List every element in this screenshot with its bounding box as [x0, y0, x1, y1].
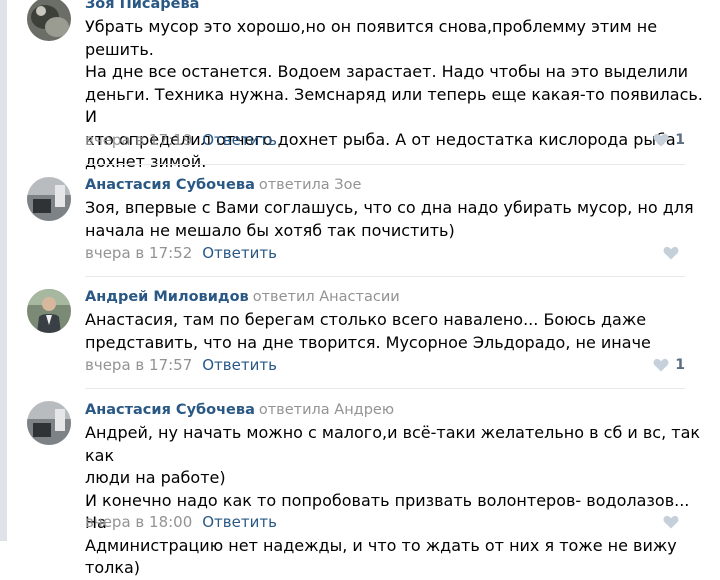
comment-item: Зоя Писарева Убрать мусор это хорошо,но … — [27, 0, 720, 171]
like-count: 1 — [675, 132, 685, 148]
comment-author-line: Анастасия Субочева ответила Андрею — [85, 400, 394, 420]
heart-icon — [663, 246, 679, 260]
author-name[interactable]: Андрей Миловидов — [85, 289, 249, 305]
comment-text: Зоя, впервые с Вами соглашусь, что со дн… — [85, 198, 694, 240]
avatar[interactable] — [27, 289, 71, 333]
like-button[interactable]: 1 — [653, 355, 685, 375]
comment-meta: вчера в 17:52 Ответить — [85, 243, 277, 263]
comment-date[interactable]: вчера в 17:57 — [85, 356, 192, 374]
comment-text: Анастасия, там по берегам столько всего … — [85, 310, 651, 352]
comment-date[interactable]: вчера в 17:19 — [85, 131, 192, 149]
avatar[interactable] — [27, 177, 71, 221]
author-name[interactable]: Зоя Писарева — [85, 0, 199, 12]
avatar[interactable] — [27, 401, 71, 445]
reply-button[interactable]: Ответить — [202, 513, 277, 531]
reply-button[interactable]: Ответить — [202, 356, 277, 374]
comment-divider — [85, 388, 685, 389]
heart-icon — [653, 358, 669, 372]
comment-item: Андрей Миловидов ответил Анастасии Анаста… — [27, 287, 720, 377]
like-count: 1 — [675, 357, 685, 373]
comment-author-line: Андрей Миловидов ответил Анастасии — [85, 287, 400, 307]
like-button[interactable] — [663, 243, 685, 263]
author-name[interactable]: Анастасия Субочева — [85, 177, 255, 193]
reply-to-link[interactable]: ответил Анастасии — [253, 289, 400, 305]
comment-divider — [85, 276, 685, 277]
avatar[interactable] — [27, 0, 71, 41]
comment-item: Анастасия Субочева ответила Зое Зоя, впер… — [27, 175, 720, 265]
like-button[interactable]: 1 — [653, 130, 685, 150]
comment-meta: вчера в 18:00 Ответить — [85, 512, 277, 532]
left-frame-border — [0, 0, 7, 541]
comment-divider — [85, 164, 685, 165]
heart-icon — [653, 133, 669, 147]
comment-text: Андрей, ну начать можно с малого,и всё-т… — [85, 423, 701, 577]
reply-to-link[interactable]: ответила Андрею — [259, 402, 394, 418]
comment-author-line: Анастасия Субочева ответила Зое — [85, 175, 361, 195]
comment-item: Анастасия Субочева ответила Андрею Андрей… — [27, 400, 720, 577]
like-button[interactable] — [663, 512, 685, 532]
comment-author-line: Зоя Писарева — [85, 0, 199, 14]
author-name[interactable]: Анастасия Субочева — [85, 402, 255, 418]
comment-date[interactable]: вчера в 17:52 — [85, 244, 192, 262]
comment-meta: вчера в 17:19 Ответить — [85, 130, 277, 150]
heart-icon — [663, 515, 679, 529]
comment-date[interactable]: вчера в 18:00 — [85, 513, 192, 531]
reply-button[interactable]: Ответить — [202, 244, 277, 262]
comment-meta: вчера в 17:57 Ответить — [85, 355, 277, 375]
reply-button[interactable]: Ответить — [202, 131, 277, 149]
reply-to-link[interactable]: ответила Зое — [259, 177, 362, 193]
